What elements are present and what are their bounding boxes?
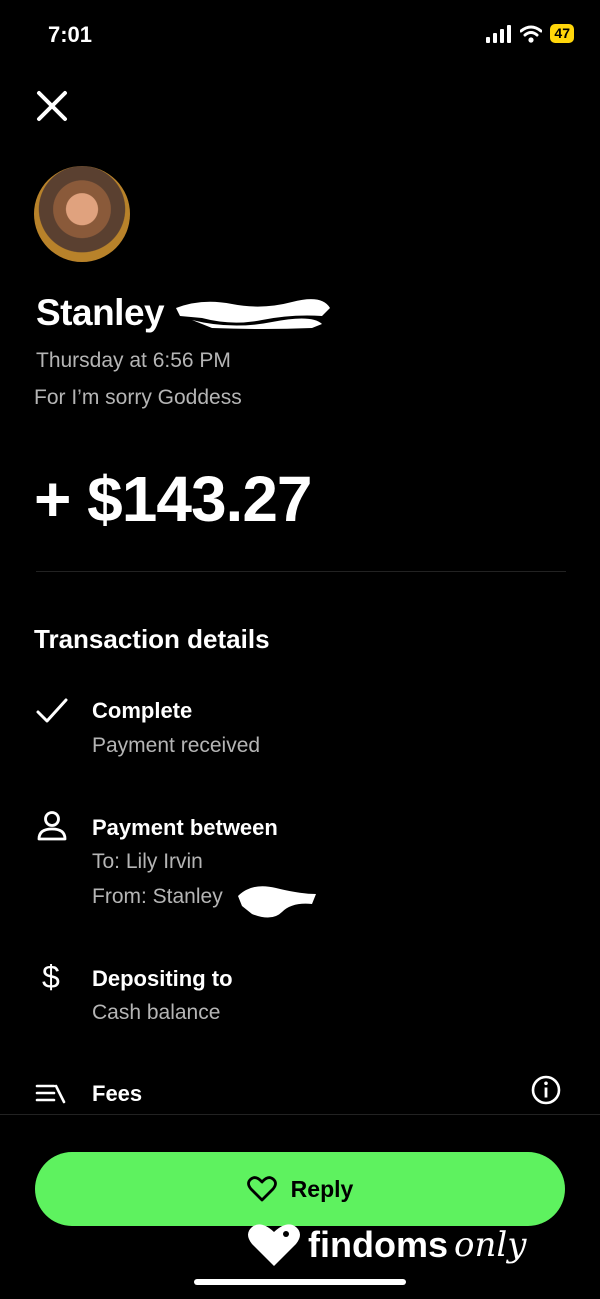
section-title: Transaction details (34, 624, 270, 654)
sender-name: Stanley (36, 292, 165, 333)
reply-label: Reply (290, 1175, 354, 1202)
info-icon[interactable] (530, 1074, 562, 1106)
transaction-date: Thursday at 6:56 PM (36, 349, 231, 372)
wifi-icon (520, 25, 543, 43)
amount: + $143.27 (34, 463, 312, 535)
redaction-scribble (176, 299, 330, 329)
status-icons: 47 (486, 24, 574, 43)
heart-icon (246, 1176, 277, 1202)
check-icon (34, 694, 70, 730)
home-indicator (194, 1279, 406, 1285)
status-title: Complete (92, 698, 193, 723)
dollar-icon: $ (34, 958, 70, 995)
person-icon (34, 808, 70, 844)
close-icon (37, 91, 67, 121)
fees-title[interactable]: Fees (92, 1081, 142, 1107)
deposit-title: Depositing to (92, 966, 233, 991)
payment-from: From: Stanley (92, 885, 223, 908)
divider (36, 571, 566, 572)
status-time: 7:01 (48, 22, 93, 47)
between-title: Payment between (92, 815, 278, 840)
fees-icon (34, 1078, 70, 1114)
watermark-script: only (454, 1225, 527, 1265)
redaction-scribble (238, 886, 316, 918)
watermark-text: findoms (308, 1224, 448, 1265)
reply-button[interactable]: Reply (35, 1152, 565, 1226)
battery-indicator: 47 (550, 24, 574, 43)
payment-to: To: Lily Irvin (92, 850, 203, 873)
divider (0, 1114, 600, 1115)
transaction-note: For I’m sorry Goddess (34, 386, 242, 409)
watermark-logo: findoms only (246, 1220, 526, 1270)
heart-tag-icon (248, 1224, 300, 1266)
close-button[interactable] (34, 88, 70, 124)
avatar (34, 166, 130, 262)
signal-icon (486, 24, 512, 43)
svg-text:$: $ (42, 959, 60, 994)
status-subtitle: Payment received (92, 734, 261, 757)
deposit-subtitle: Cash balance (92, 1001, 221, 1024)
